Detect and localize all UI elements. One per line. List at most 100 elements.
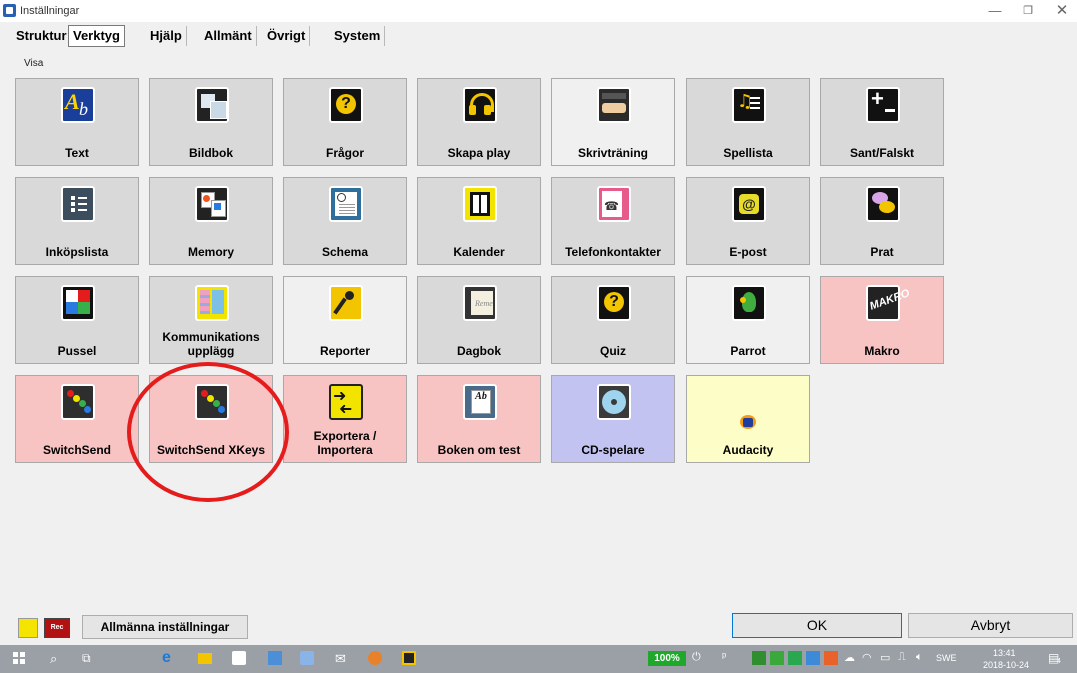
phone-icon: ☎	[597, 186, 631, 222]
window-title: Inställningar	[20, 5, 80, 17]
firefox-icon[interactable]	[368, 651, 382, 665]
tool-tile[interactable]: Kalender	[417, 177, 541, 265]
tool-tile[interactable]: + Sant/Falskt	[820, 78, 944, 166]
notification-icon[interactable]: ▤ 4	[1048, 651, 1062, 665]
tool-tile[interactable]: Bildbok	[149, 78, 273, 166]
mail-icon[interactable]: ✉	[335, 651, 349, 666]
tool-label: SwitchSend	[42, 443, 111, 457]
record-icon[interactable]: Rec	[44, 618, 70, 638]
tab-verktyg[interactable]: Verktyg	[68, 25, 125, 47]
tool-label: Bildbok	[189, 146, 233, 160]
tab-system[interactable]: System	[330, 26, 386, 46]
clock-time[interactable]: 13:41	[993, 648, 1016, 658]
file-explorer-icon[interactable]	[198, 653, 212, 664]
app-icon[interactable]	[402, 651, 416, 665]
tool-label: Quiz	[600, 344, 626, 358]
network-icon[interactable]: ▭	[880, 651, 894, 665]
tool-tile[interactable]: CD-spelare	[551, 375, 675, 463]
tool-label: Reporter	[319, 344, 370, 358]
tool-tile[interactable]: @ E-post	[686, 177, 810, 265]
parrot-icon	[732, 285, 766, 321]
search-icon[interactable]: ⌕	[50, 651, 64, 666]
tab-hjalp[interactable]: Hjälp	[146, 26, 187, 46]
general-settings-button[interactable]: Allmänna inställningar	[82, 615, 248, 639]
tool-tile[interactable]: Parrot	[686, 276, 810, 364]
tool-tile[interactable]: Ab Text	[15, 78, 139, 166]
tool-tile[interactable]: Pussel	[15, 276, 139, 364]
tab-allmant[interactable]: Allmänt	[200, 26, 257, 46]
people-icon[interactable]: ᵖ	[722, 651, 736, 665]
tool-tile[interactable]: Prat	[820, 177, 944, 265]
quiz-icon: ?	[597, 285, 631, 321]
puzzle-icon	[61, 285, 95, 321]
tool-tile[interactable]: Schema	[283, 177, 407, 265]
tray-app-icon[interactable]	[752, 651, 766, 665]
tool-label: Boken om test	[437, 443, 521, 457]
typing-icon	[597, 87, 631, 123]
tool-tile[interactable]: ➜ ➜ Exportera / Importera	[283, 375, 407, 463]
search-icon[interactable]	[18, 618, 38, 638]
tool-label: Text	[65, 146, 89, 160]
tray-app-icon[interactable]	[806, 651, 820, 665]
tool-tile[interactable]: ☎ Telefonkontakter	[551, 177, 675, 265]
close-button[interactable]: ✕	[1047, 3, 1077, 19]
clock-date[interactable]: 2018-10-24	[983, 660, 1029, 670]
tool-tile[interactable]: Skrivträning	[551, 78, 675, 166]
tool-tile[interactable]: ? Frågor	[283, 78, 407, 166]
email-icon: @	[732, 186, 766, 222]
minimize-button[interactable]: —	[980, 3, 1010, 19]
app-icon[interactable]	[300, 651, 314, 665]
tool-tile[interactable]: Kommunikations upplägg	[149, 276, 273, 364]
tool-label: Frågor	[325, 146, 364, 160]
microphone-icon	[329, 285, 363, 321]
tray-app-icon[interactable]	[788, 651, 802, 665]
tool-tile[interactable]: Ab Boken om test	[417, 375, 541, 463]
tool-label: Inköpslista	[45, 245, 109, 259]
battery-indicator[interactable]: 100%	[648, 651, 686, 666]
tool-label: Schema	[321, 245, 369, 259]
tool-tile[interactable]: Inköpslista	[15, 177, 139, 265]
tool-tile[interactable]: Skapa play	[417, 78, 541, 166]
tool-tile[interactable]: Reporter	[283, 276, 407, 364]
language-indicator[interactable]: SWE	[936, 653, 957, 663]
cloud-icon[interactable]: ☁	[844, 651, 858, 665]
tool-label: Skapa play	[447, 146, 511, 160]
tray-app-icon[interactable]	[770, 651, 784, 665]
tool-tile[interactable]: ♫ Spellista	[686, 78, 810, 166]
tool-tile[interactable]: Reme Dagbok	[417, 276, 541, 364]
edge-icon[interactable]: e	[162, 649, 176, 666]
store-icon[interactable]	[232, 651, 246, 665]
app-icon	[3, 4, 16, 17]
tool-label: Sant/Falskt	[849, 146, 915, 160]
tab-ovrigt[interactable]: Övrigt	[263, 26, 311, 46]
ok-button[interactable]: OK	[732, 613, 902, 638]
volume-icon[interactable]: 🔈︎	[916, 651, 930, 665]
tool-tile[interactable]: Memory	[149, 177, 273, 265]
shopping-list-icon	[61, 186, 95, 222]
tab-struktur[interactable]: Struktur	[12, 26, 72, 46]
tool-tile[interactable]: Audacity	[686, 375, 810, 463]
tool-label: Makro	[864, 344, 900, 358]
chat-icon	[866, 186, 900, 222]
tool-label: SwitchSend XKeys	[156, 443, 266, 457]
tool-label: Kalender	[453, 245, 505, 259]
task-view-icon[interactable]: ⧉	[82, 651, 96, 665]
power-icon[interactable]: ⏻	[692, 651, 706, 665]
tool-tile[interactable]: SwitchSend XKeys	[149, 375, 273, 463]
tool-label: Dagbok	[456, 344, 501, 358]
tray-app-icon[interactable]	[824, 651, 838, 665]
usb-icon[interactable]: ⎍	[898, 651, 912, 665]
tool-label: Audacity	[722, 443, 774, 457]
tool-tile[interactable]: MAKRO Makro	[820, 276, 944, 364]
wifi-icon[interactable]: ◠	[862, 651, 876, 665]
tool-tile[interactable]: ? Quiz	[551, 276, 675, 364]
maximize-button[interactable]: ❐	[1013, 3, 1043, 19]
tool-label: Pussel	[57, 344, 97, 358]
tool-tile[interactable]: SwitchSend	[15, 375, 139, 463]
cancel-button[interactable]: Avbryt	[908, 613, 1073, 638]
photos-icon[interactable]	[268, 651, 282, 665]
windows-start-icon[interactable]	[12, 651, 26, 665]
calendar-icon	[463, 186, 497, 222]
section-label: Visa	[24, 58, 44, 69]
question-icon: ?	[329, 87, 363, 123]
